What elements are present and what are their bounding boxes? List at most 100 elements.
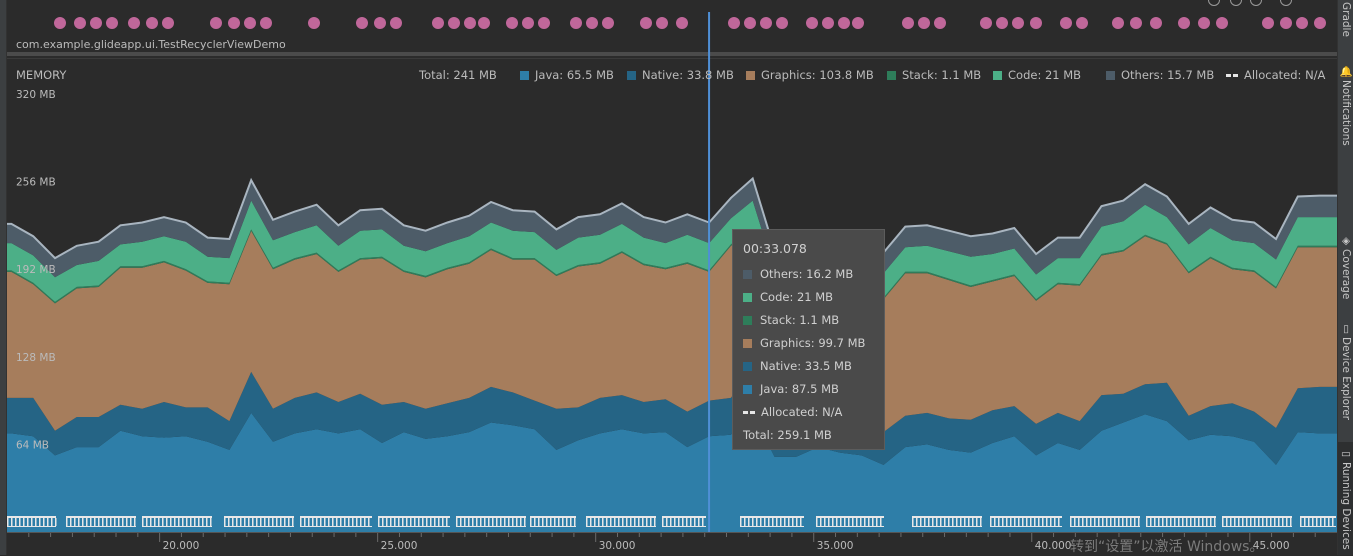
activity-tick [520, 518, 522, 526]
tooltip-time: 00:33.078 [743, 241, 807, 256]
activity-bar-top [1300, 516, 1336, 518]
activity-tick [256, 518, 258, 526]
activity-tick [924, 518, 926, 526]
activity-tick [11, 518, 13, 526]
activity-tick [1150, 518, 1152, 526]
activity-tick [190, 518, 192, 526]
activity-tick [328, 518, 330, 526]
activity-tick [500, 518, 502, 526]
activity-tick [340, 518, 342, 526]
activity-tick [394, 518, 396, 526]
activity-tick [236, 518, 238, 526]
activity-tick [126, 518, 128, 526]
activity-tick [972, 518, 974, 526]
memory-chart[interactable]: 320 MB 256 MB 192 MB 128 MB 64 MB 20.000 25.00… [0, 0, 1337, 555]
activity-tick [94, 518, 96, 526]
tab-running-devices[interactable]: ▭ Running Devices [1338, 442, 1353, 555]
x-tick-label: 30.000 [599, 540, 636, 552]
activity-tick [1022, 518, 1024, 526]
activity-tick [414, 518, 416, 526]
activity-tick [852, 518, 854, 526]
activity-bar-top [224, 516, 294, 518]
activity-bar-top [912, 516, 982, 518]
activity-tick [1328, 518, 1330, 526]
activity-tick [1312, 518, 1314, 526]
activity-tick [994, 518, 996, 526]
activity-tick [1282, 518, 1284, 526]
activity-tick [744, 518, 746, 526]
tab-running-devices-label: Running Devices [1340, 461, 1352, 550]
tab-gradle[interactable]: Gradle [1338, 2, 1353, 38]
activity-tick [1110, 518, 1112, 526]
activity-tick [386, 518, 388, 526]
stack-swatch [887, 71, 896, 80]
activity-tick [504, 518, 506, 526]
activity-tick [456, 518, 458, 526]
activity-tick [472, 518, 474, 526]
activity-tick [418, 518, 420, 526]
activity-tick [1122, 518, 1124, 526]
activity-tick [630, 518, 632, 526]
activity-tick [650, 518, 652, 526]
activity-tick [280, 518, 282, 526]
activity-tick [170, 518, 172, 526]
tab-device-explorer[interactable]: ▯ Device Explorer [1338, 320, 1353, 422]
activity-tick [284, 518, 286, 526]
activity-tick [402, 518, 404, 526]
activity-tick [634, 518, 636, 526]
activity-tick [66, 518, 68, 526]
activity-tick [848, 518, 850, 526]
activity-tick [1050, 518, 1052, 526]
activity-tick [1054, 518, 1056, 526]
activity-tick [224, 518, 226, 526]
activity-bar-top [66, 516, 136, 518]
activity-tick [1030, 518, 1032, 526]
tab-notifications[interactable]: 🔔 Notifications [1338, 60, 1353, 150]
activity-tick [1074, 518, 1076, 526]
legend-java: Java: 65.5 MB [520, 68, 614, 82]
activity-tick [916, 518, 918, 526]
activity-tick [872, 518, 874, 526]
activity-tick [106, 518, 108, 526]
activity-tick [78, 518, 80, 526]
activity-tick [206, 518, 208, 526]
activity-tick [51, 518, 53, 526]
activation-watermark: 转到“设置”以激活 Windows。 [1070, 539, 1264, 555]
activity-tick [316, 518, 318, 526]
activity-tick [864, 518, 866, 526]
activity-bar-bottom [662, 526, 706, 527]
activity-bar-bottom [912, 526, 982, 527]
activity-tick [268, 518, 270, 526]
activity-tick [844, 518, 846, 526]
activity-tick [788, 518, 790, 526]
activity-tick [1046, 518, 1048, 526]
legend-others: Others: 15.7 MB [1106, 68, 1214, 82]
activity-tick [410, 518, 412, 526]
activity-tick [828, 518, 830, 526]
activity-tick [406, 518, 408, 526]
activity-tick [570, 518, 572, 526]
tab-coverage[interactable]: ◈ Coverage [1338, 232, 1353, 302]
activity-tick [690, 518, 692, 526]
activity-tick [496, 518, 498, 526]
activity-tick [948, 518, 950, 526]
code-swatch [993, 71, 1002, 80]
activity-bar-bottom [456, 526, 526, 527]
shield-icon: ◈ [1340, 234, 1352, 247]
activity-tick [868, 518, 870, 526]
activity-tick [47, 518, 49, 526]
activity-tick [618, 518, 620, 526]
right-tool-strip: Gradle 🔔 Notifications ◈ Coverage ▯ Devi… [1337, 0, 1353, 555]
activity-tick [182, 518, 184, 526]
activity-tick [546, 518, 548, 526]
activity-tick [932, 518, 934, 526]
activity-tick [824, 518, 826, 526]
activity-tick [980, 518, 982, 526]
activity-tick [1094, 518, 1096, 526]
activity-tick [1316, 518, 1318, 526]
graphics-swatch [746, 71, 755, 80]
activity-tick [1222, 518, 1224, 526]
activity-tick [530, 518, 532, 526]
activity-bar-bottom [990, 526, 1062, 527]
activity-bar-bottom [1300, 526, 1336, 527]
